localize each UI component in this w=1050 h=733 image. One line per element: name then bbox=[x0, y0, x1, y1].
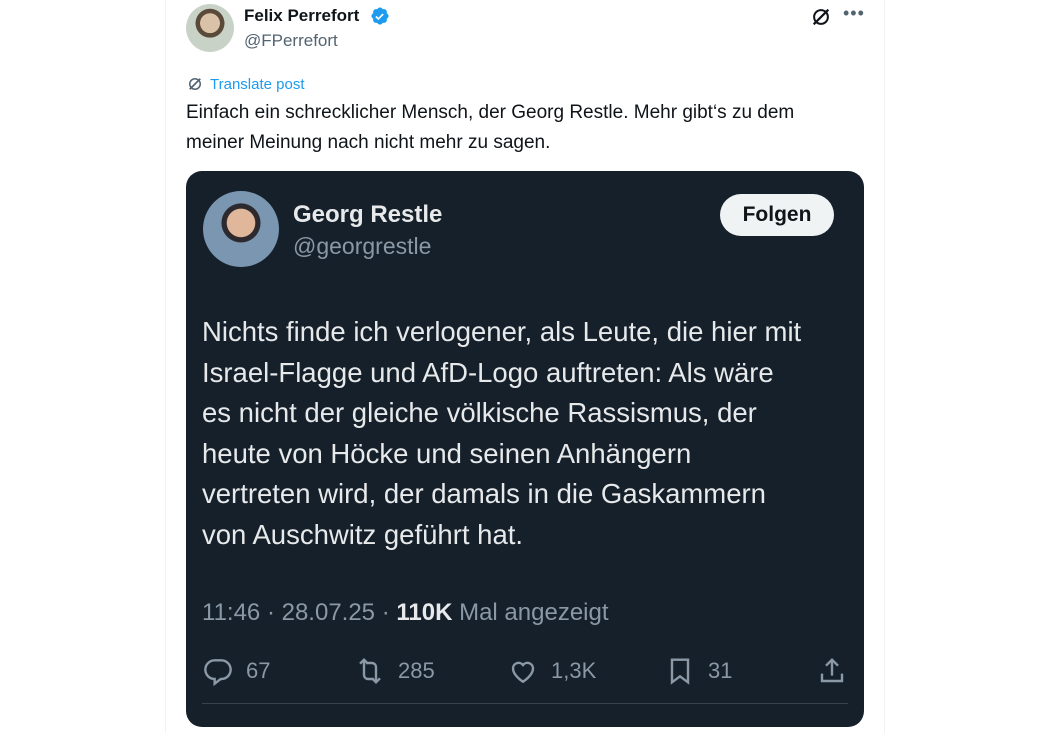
author-handle[interactable]: @FPerrefort bbox=[244, 31, 338, 51]
post-meta: 11:46 · 28.07.25 · 110K Mal angezeigt bbox=[202, 599, 609, 627]
repost-icon bbox=[359, 657, 381, 685]
quoted-text-line: Israel-Flagge und AfD-Logo auftreten: Al… bbox=[202, 356, 774, 388]
quoted-post-text: Nichts finde ich verlogener, als Leute, … bbox=[202, 312, 852, 555]
reply-count: 67 bbox=[246, 658, 271, 683]
reply-button[interactable]: 67 bbox=[202, 655, 270, 687]
share-button[interactable] bbox=[816, 655, 848, 687]
post-text-line: Einfach ein schrecklicher Mensch, der Ge… bbox=[186, 102, 795, 123]
more-icon[interactable]: ••• bbox=[843, 4, 865, 26]
action-bar: 67 285 1,3K 31 bbox=[202, 655, 852, 691]
bookmark-button[interactable]: 31 bbox=[664, 655, 732, 687]
quoted-author-avatar[interactable] bbox=[203, 191, 279, 267]
bookmark-count: 31 bbox=[708, 658, 733, 683]
quoted-text-line: Nichts finde ich verlogener, als Leute, … bbox=[202, 316, 802, 347]
translate-post-link[interactable]: Translate post bbox=[186, 74, 305, 94]
post-text-line: meiner Meinung nach nicht mehr zu sagen. bbox=[186, 132, 551, 153]
quoted-text-line: es nicht der gleiche völkische Rassismus… bbox=[202, 397, 757, 428]
translate-icon bbox=[189, 78, 201, 90]
views-label: Mal angezeigt bbox=[452, 599, 609, 626]
follow-button[interactable]: Folgen bbox=[720, 194, 834, 236]
quoted-post-card[interactable]: Georg Restle @georgrestle Folgen Nichts … bbox=[186, 171, 864, 727]
repost-button[interactable]: 285 bbox=[354, 655, 435, 687]
verified-badge-icon bbox=[371, 7, 389, 25]
quoted-text-line: von Auschwitz geführt hat. bbox=[202, 518, 524, 550]
translate-label[interactable]: Translate post bbox=[210, 76, 305, 93]
quoted-author-handle[interactable]: @georgrestle bbox=[293, 233, 431, 260]
like-icon bbox=[511, 661, 535, 684]
repost-count: 285 bbox=[398, 658, 435, 683]
author-name[interactable]: Felix Perrefort bbox=[244, 6, 359, 26]
author-avatar[interactable] bbox=[186, 4, 234, 52]
like-count: 1,3K bbox=[551, 658, 597, 683]
bookmark-icon bbox=[670, 658, 690, 685]
divider bbox=[202, 703, 848, 704]
share-icon bbox=[820, 657, 844, 683]
like-button[interactable]: 1,3K bbox=[507, 655, 596, 687]
post-text: Einfach ein schrecklicher Mensch, der Ge… bbox=[186, 98, 866, 158]
quoted-text-line: heute von Höcke und seinen Anhängern bbox=[202, 437, 692, 469]
timestamp[interactable]: 11:46 · 28.07.25 · bbox=[202, 599, 396, 626]
quoted-text-line: vertreten wird, der damals in die Gaskam… bbox=[202, 478, 766, 509]
view-count: 110K bbox=[396, 599, 453, 626]
quoted-author-name[interactable]: Georg Restle bbox=[293, 201, 442, 229]
grok-icon[interactable] bbox=[810, 6, 832, 28]
reply-icon bbox=[204, 659, 232, 687]
